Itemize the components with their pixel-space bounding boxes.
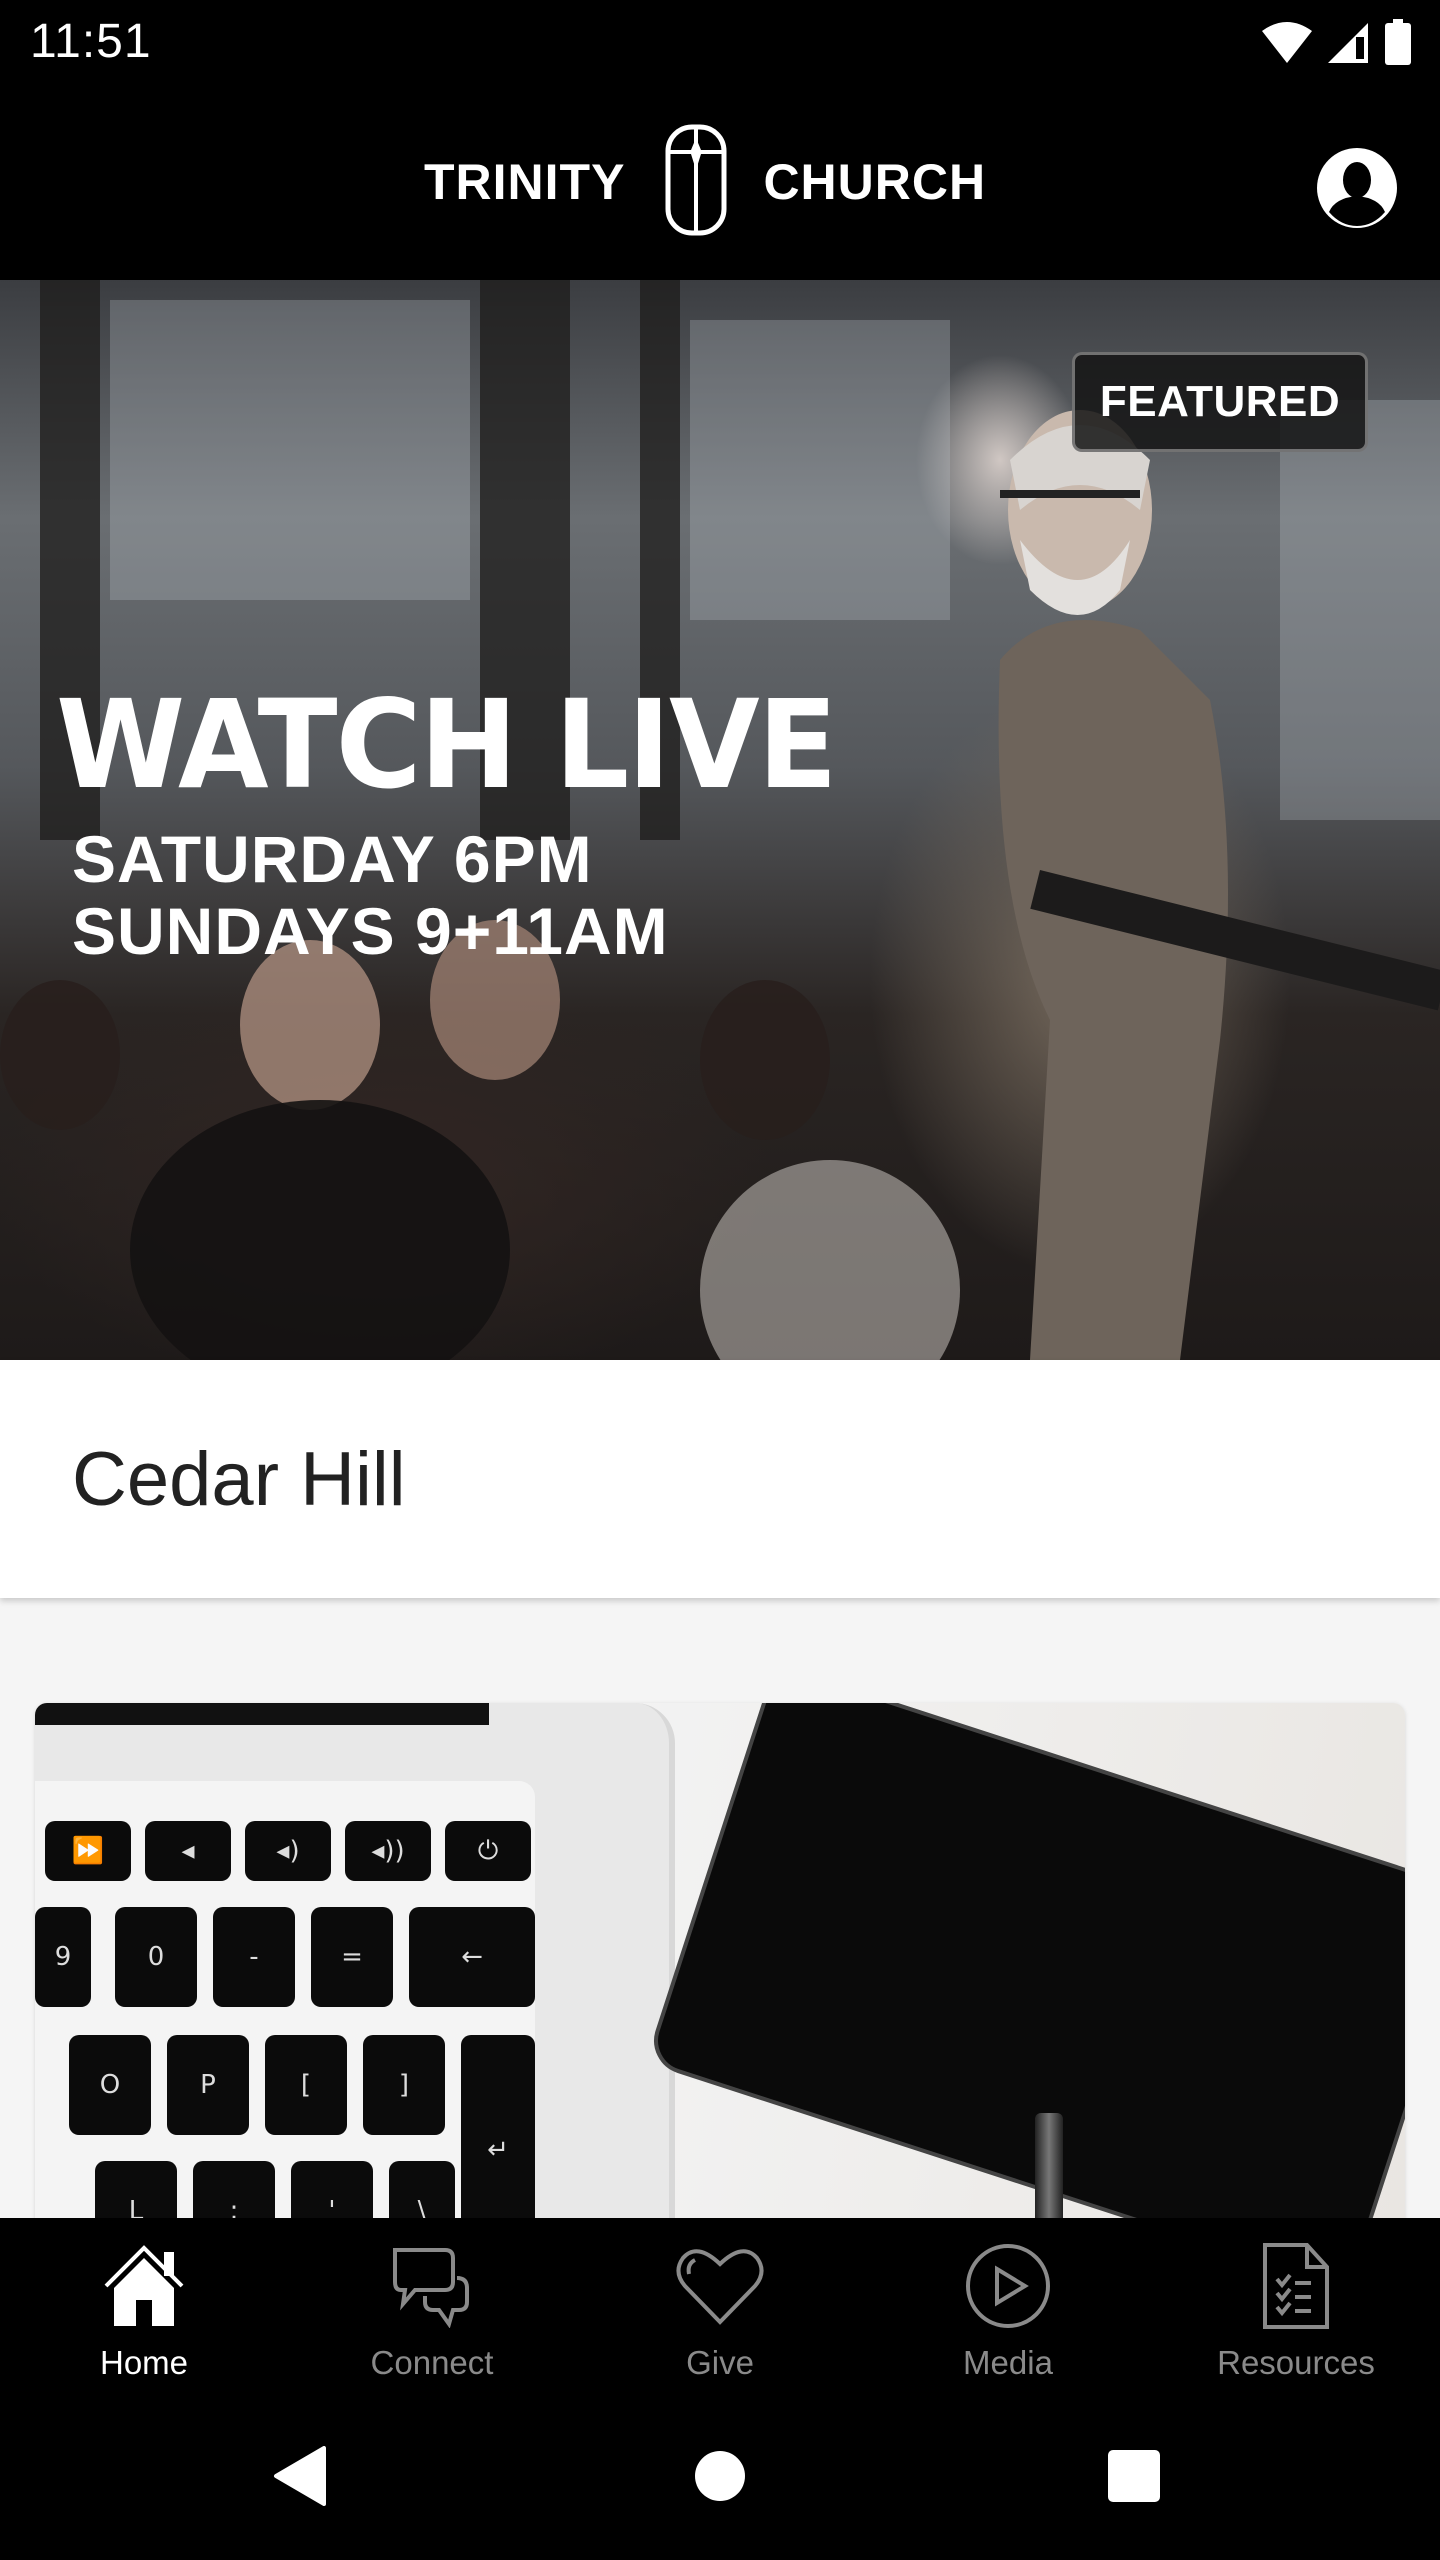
- keyboard-key: O: [69, 2035, 151, 2135]
- keyboard-key: -: [213, 1907, 295, 2007]
- tab-media-label: Media: [963, 2344, 1053, 2381]
- keyboard-key: ◂)): [345, 1821, 431, 1881]
- campus-name: Cedar Hill: [72, 1437, 406, 1522]
- system-home-button[interactable]: [688, 2446, 752, 2510]
- hero-bg-crowd: [0, 980, 120, 1130]
- keyboard-key: ]: [363, 2035, 445, 2135]
- keyboard-key: 9: [35, 1907, 91, 2007]
- card-image-phone: [645, 1703, 1405, 2218]
- tab-resources-label: Resources: [1217, 2344, 1375, 2381]
- tab-give-label: Give: [686, 2344, 754, 2381]
- keyboard-key: \: [389, 2161, 455, 2218]
- tab-connect[interactable]: Connect: [288, 2218, 576, 2396]
- wifi-icon: [1260, 19, 1314, 65]
- media-card[interactable]: ⏩ ◂ ◂) ◂)) ⏻ 9 0 - = ← O P [ ] ↵ L ; ' \: [35, 1703, 1405, 2218]
- chat-bubbles-icon: [382, 2236, 482, 2336]
- battery-icon: [1384, 19, 1412, 65]
- tab-media[interactable]: Media: [864, 2218, 1152, 2396]
- church-logo[interactable]: TRINITY CHURCH: [424, 124, 986, 240]
- tab-home-label: Home: [99, 2344, 189, 2381]
- campus-location-bar[interactable]: Cedar Hill: [0, 1360, 1440, 1598]
- cross-emblem-icon: [665, 124, 727, 241]
- tab-home[interactable]: Home: [0, 2218, 288, 2396]
- keyboard-key: ◂: [145, 1821, 231, 1881]
- keyboard-key: L: [95, 2161, 177, 2218]
- card-image-keyboard: ⏩ ◂ ◂) ◂)) ⏻ 9 0 - = ← O P [ ] ↵ L ; ' \: [35, 1781, 535, 2218]
- keyboard-key: [: [265, 2035, 347, 2135]
- cellular-signal-icon: [1326, 19, 1372, 65]
- keyboard-key: ;: [193, 2161, 275, 2218]
- keyboard-key: =: [311, 1907, 393, 2007]
- logo-text-right: CHURCH: [763, 154, 987, 210]
- back-icon: [272, 2445, 328, 2511]
- system-nav-bar: [0, 2396, 1440, 2560]
- checklist-document-icon: [1246, 2236, 1346, 2336]
- keyboard-key: ⏻: [445, 1821, 531, 1881]
- hero-subtitle-sunday: SUNDAYS 9+11AM: [72, 894, 669, 968]
- hero-bg-crowd: [700, 980, 830, 1140]
- profile-button[interactable]: [1315, 146, 1399, 230]
- keyboard-key: ←: [409, 1907, 535, 2007]
- hero-bg-crowd: [130, 1100, 510, 1360]
- bottom-nav: Home Connect Give Media Resources: [0, 2218, 1440, 2396]
- heart-icon: [670, 2236, 770, 2336]
- tab-give[interactable]: Give: [576, 2218, 864, 2396]
- card-image-laptop-hinge: [35, 1703, 489, 1725]
- card-image-laptop: ⏩ ◂ ◂) ◂)) ⏻ 9 0 - = ← O P [ ] ↵ L ; ' \: [35, 1703, 675, 2218]
- keyboard-key: ◂): [245, 1821, 331, 1881]
- home-icon: [94, 2236, 194, 2336]
- tab-connect-label: Connect: [370, 2344, 494, 2381]
- keyboard-key: ⏩: [45, 1821, 131, 1881]
- account-circle-icon: [1315, 148, 1399, 234]
- tab-resources[interactable]: Resources: [1152, 2218, 1440, 2396]
- recents-icon: [1107, 2449, 1161, 2508]
- home-circle-icon: [694, 2450, 746, 2507]
- keyboard-key: ↵: [461, 2035, 535, 2218]
- status-icons: [1260, 18, 1412, 66]
- app-header: TRINITY CHURCH: [0, 84, 1440, 280]
- play-circle-icon: [958, 2236, 1058, 2336]
- system-recents-button[interactable]: [1102, 2446, 1166, 2510]
- hero-bg-window: [110, 300, 470, 600]
- status-time: 11:51: [30, 15, 152, 68]
- keyboard-key: ': [291, 2161, 373, 2218]
- home-feed[interactable]: WATCH LIVE SATURDAY 6PM SUNDAYS 9+11AM F…: [0, 280, 1440, 2218]
- status-bar: 11:51: [0, 0, 1440, 84]
- hero-subtitle-saturday: SATURDAY 6PM: [72, 822, 593, 896]
- featured-badge: FEATURED: [1072, 352, 1368, 452]
- hero-title: WATCH LIVE: [56, 674, 838, 816]
- hero-speaker-figure: [998, 410, 1228, 1360]
- card-image-cable: [1035, 2113, 1063, 2218]
- featured-hero-banner[interactable]: WATCH LIVE SATURDAY 6PM SUNDAYS 9+11AM F…: [0, 280, 1440, 1360]
- logo-text-left: TRINITY: [424, 154, 626, 210]
- system-back-button[interactable]: [268, 2445, 332, 2511]
- keyboard-key: P: [167, 2035, 249, 2135]
- keyboard-key: 0: [115, 1907, 197, 2007]
